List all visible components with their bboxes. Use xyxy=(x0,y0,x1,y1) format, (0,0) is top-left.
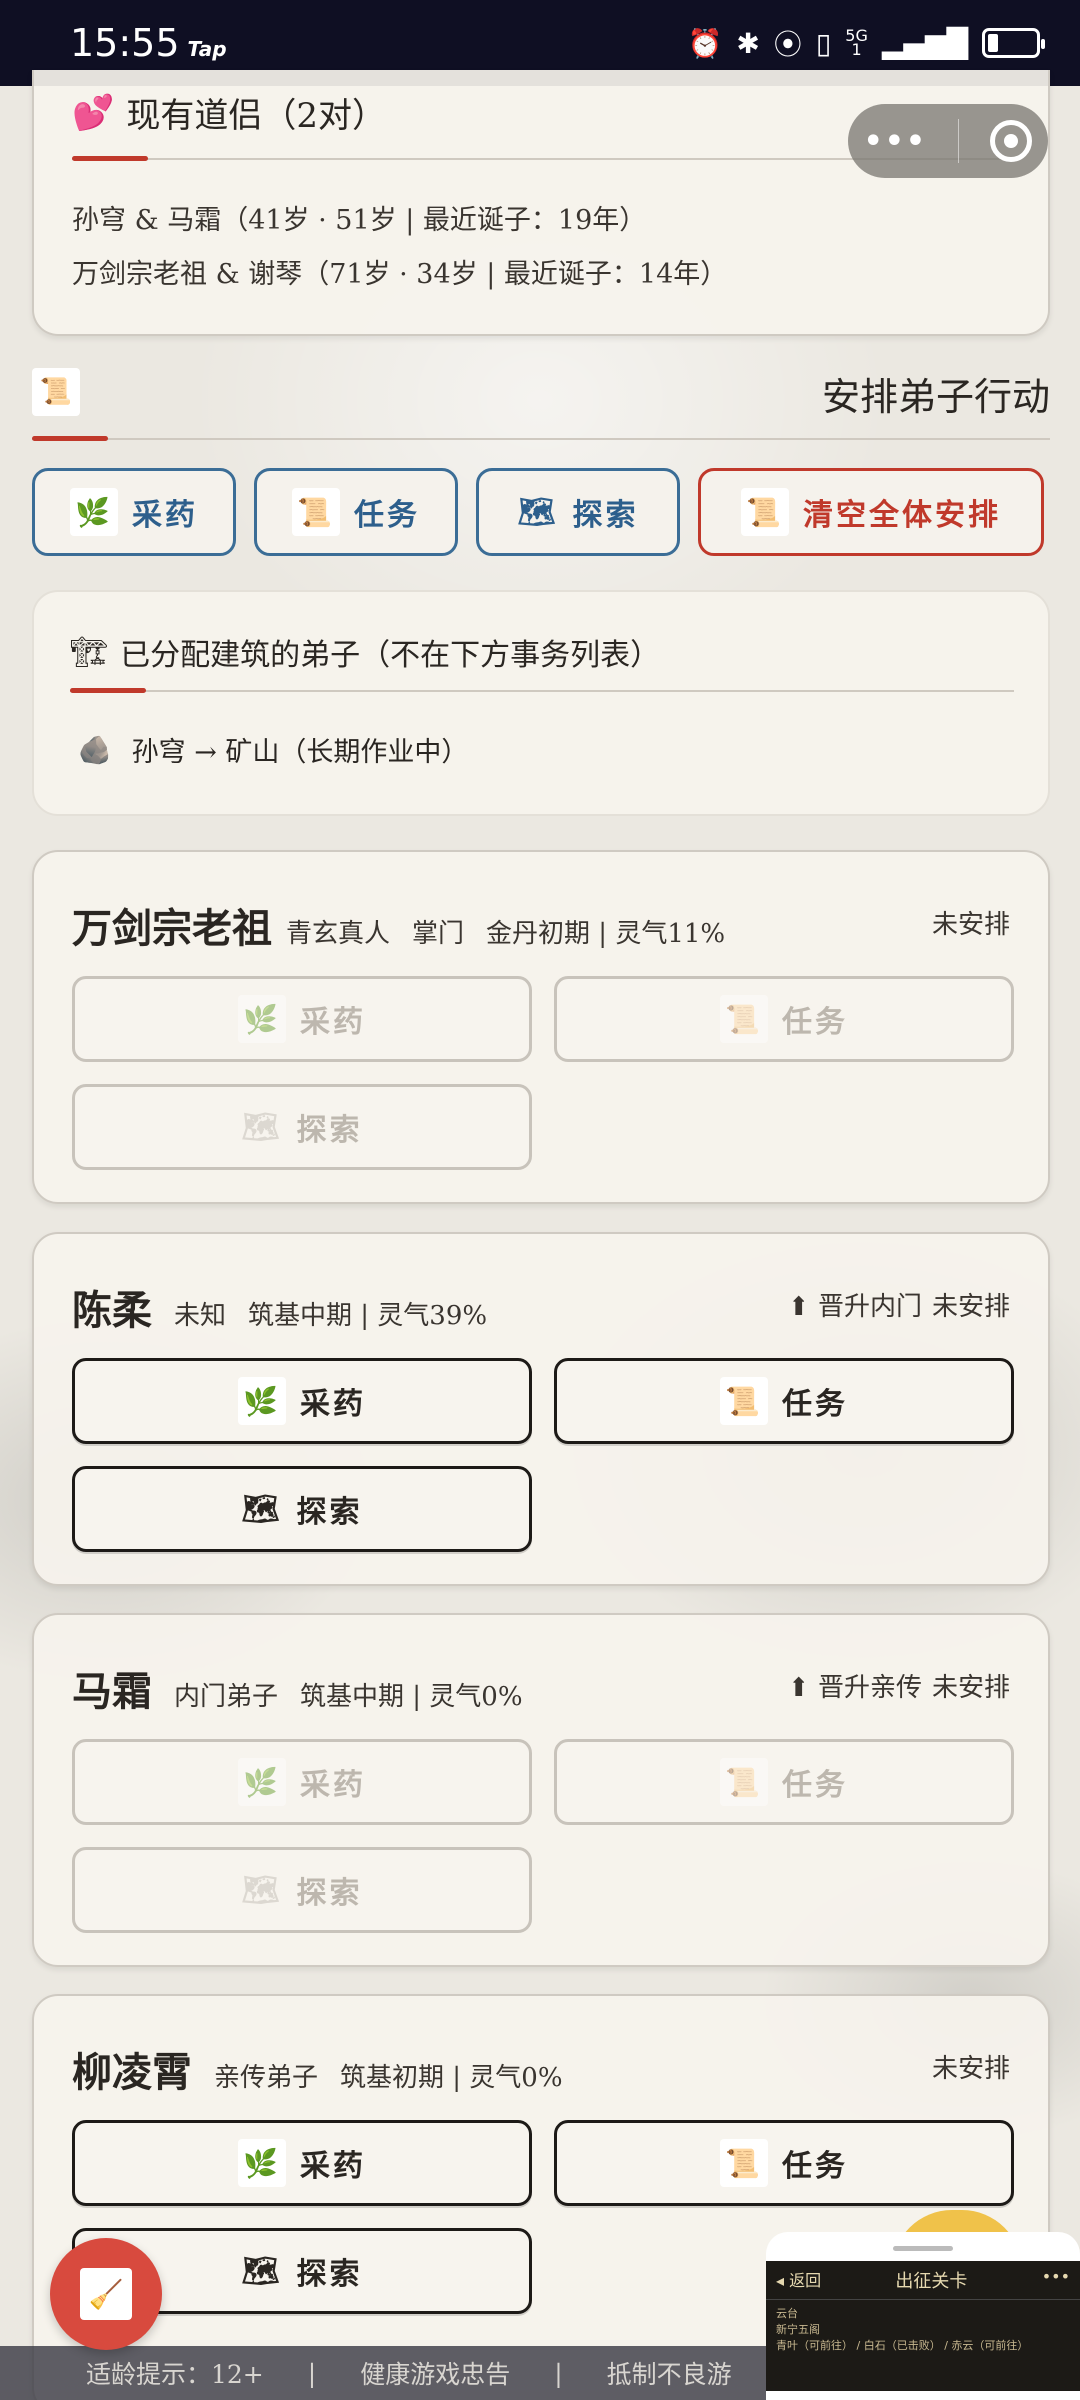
mission-all-button[interactable]: 📜 任务 xyxy=(254,468,458,556)
floating-mini-window[interactable]: ◂ 返回 出征关卡 ••• 云台 新宁五阁 青叶（可前往） / 白石（已击败） … xyxy=(766,2232,1080,2400)
map-icon: 🗺 xyxy=(241,2253,283,2289)
scroll-icon: 📜 xyxy=(741,488,789,536)
mission-button[interactable]: 📜 任务 xyxy=(554,2120,1014,2206)
clear-all-arrangements-button[interactable]: 📜 清空全体安排 xyxy=(698,468,1044,556)
age-rating: 适龄提示：12+ xyxy=(86,2360,264,2389)
disciple-name: 柳凌霄 xyxy=(72,2049,192,2096)
scroll-icon: 📜 xyxy=(292,488,340,536)
bluetooth-icon: ✱ xyxy=(736,26,760,60)
herb-icon: 🌿 xyxy=(238,1377,286,1425)
building-divider xyxy=(70,688,1014,693)
herb-icon: 🌿 xyxy=(70,488,118,536)
ore-icon: 🪨 xyxy=(78,734,112,766)
gather-herbs-button[interactable]: 🌿 采药 xyxy=(72,2120,532,2206)
broom-icon: 🧹 xyxy=(80,2268,132,2320)
disciple-realm: 金丹初期 | 灵气11% xyxy=(486,919,726,949)
gather-herbs-button: 🌿 采药 xyxy=(72,1739,532,1825)
partner-pair-1: 孙穹 & 马霜（41岁 · 51岁 | 最近诞子：19年） xyxy=(72,205,647,236)
scroll-icon: 📜 xyxy=(720,2139,768,2187)
tap-indicator: Tap xyxy=(187,37,227,61)
disciple-name: 马霜 xyxy=(72,1668,152,1715)
disciple-header: 万剑宗老祖 青玄真人 掌门 金丹初期 | 灵气11% xyxy=(72,896,725,954)
battery-icon xyxy=(982,28,1045,58)
mini-window-title: 出征关卡 xyxy=(895,2271,968,2292)
mini-more-icon[interactable]: ••• xyxy=(1042,2267,1070,2293)
drag-handle[interactable] xyxy=(893,2246,953,2251)
building-assigned-title: 🏗 已分配建筑的弟子（不在下方事务列表） xyxy=(70,634,661,674)
mini-text: 青叶（可前往） / 白石（已击败） / 赤云（可前往） xyxy=(776,2339,1029,2352)
resist-notice: 抵制不良游 xyxy=(606,2360,732,2389)
disciple-status: ⬆ 晋升亲传 未安排 xyxy=(788,1667,1010,1704)
explore-button: 🗺 探索 xyxy=(72,1084,532,1170)
signal-bars-icon: ▂▄▆█ xyxy=(881,26,968,60)
disciple-header: 柳凌霄 亲传弟子 筑基初期 | 灵气0% xyxy=(72,2040,563,2098)
herb-icon: 🌿 xyxy=(238,995,286,1043)
disciple-realm: 筑基初期 | 灵气0% xyxy=(340,2063,563,2093)
disciple-role: 掌门 xyxy=(412,919,465,949)
map-icon: 🗺 xyxy=(241,1872,283,1908)
explore-button: 🗺 探索 xyxy=(72,1847,532,1933)
disciple-status: 未安排 xyxy=(931,2054,1010,2084)
alarm-icon: ⏰ xyxy=(687,26,723,60)
disciple-realm: 筑基中期 | 灵气39% xyxy=(248,1301,488,1331)
explore-all-button[interactable]: 🗺 探索 xyxy=(476,468,680,556)
disciple-status: 未安排 xyxy=(931,910,1010,940)
building-assigned-card: 🏗 已分配建筑的弟子（不在下方事务列表） 🪨 孙穹 → 矿山（长期作业中） xyxy=(32,590,1050,816)
arrange-section-icon: 📜 xyxy=(32,368,80,416)
partners-title: 💕 现有道侣（2对） xyxy=(72,92,386,137)
floating-action-button[interactable]: 🧹 xyxy=(50,2238,162,2350)
mini-text: 云台 xyxy=(776,2307,798,2320)
close-miniprogram-icon[interactable] xyxy=(990,120,1033,162)
disciple-card: 马霜 内门弟子 筑基中期 | 灵气0% ⬆ 晋升亲传 未安排 🌿 采药 📜 任务… xyxy=(32,1613,1050,1967)
mini-program-capsule: ••• xyxy=(848,104,1048,178)
building-assignment-item: 🪨 孙穹 → 矿山（长期作业中） xyxy=(78,734,469,769)
mission-button: 📜 任务 xyxy=(554,976,1014,1062)
herb-icon: 🌿 xyxy=(238,1758,286,1806)
disciple-rank: 青玄真人 xyxy=(286,919,391,949)
5g-signal-icon: 5G 1 xyxy=(845,26,868,59)
disciple-realm: 筑基中期 | 灵气0% xyxy=(300,1682,523,1712)
vibrate-icon: ▯ xyxy=(815,26,832,60)
herb-icon: 🌿 xyxy=(238,2139,286,2187)
scroll-icon: 📜 xyxy=(720,995,768,1043)
explore-button[interactable]: 🗺 探索 xyxy=(72,1466,532,1552)
location-icon: ⦿ xyxy=(773,28,802,61)
more-options-icon[interactable]: ••• xyxy=(864,124,928,159)
health-advice: 健康游戏忠告 xyxy=(360,2360,511,2389)
mission-button: 📜 任务 xyxy=(554,1739,1014,1825)
map-icon: 🗺 xyxy=(241,1109,283,1145)
map-icon: 🗺 xyxy=(517,494,559,530)
disciple-header: 马霜 内门弟子 筑基中期 | 灵气0% xyxy=(72,1659,523,1717)
disciple-name: 陈柔 xyxy=(72,1287,152,1334)
gather-herbs-button[interactable]: 🌿 采药 xyxy=(72,1358,532,1444)
gather-herbs-all-button[interactable]: 🌿 采药 xyxy=(32,468,236,556)
promote-button[interactable]: ⬆ 晋升亲传 xyxy=(788,1667,922,1704)
disciple-header: 陈柔 未知 筑基中期 | 灵气39% xyxy=(72,1278,487,1336)
disciple-role: 亲传弟子 xyxy=(214,2063,319,2093)
disciple-role: 未知 xyxy=(174,1301,227,1331)
arrange-title: 安排弟子行动 xyxy=(821,375,1050,419)
arrange-divider xyxy=(32,436,1050,441)
promote-button[interactable]: ⬆ 晋升内门 xyxy=(788,1286,922,1323)
hearts-icon: 💕 xyxy=(72,92,115,133)
disciple-card: 万剑宗老祖 青玄真人 掌门 金丹初期 | 灵气11% 未安排 🌿 采药 📜 任务… xyxy=(32,850,1050,1204)
disciple-name: 万剑宗老祖 xyxy=(72,905,272,952)
building-icon: 🏗 xyxy=(70,634,109,670)
mini-back-button[interactable]: ◂ 返回 xyxy=(776,2267,821,2293)
map-icon: 🗺 xyxy=(241,1491,283,1527)
scroll-icon: 📜 xyxy=(720,1758,768,1806)
gather-herbs-button: 🌿 采药 xyxy=(72,976,532,1062)
partner-pair-2: 万剑宗老祖 & 谢琴（71岁 · 34岁 | 最近诞子：14年） xyxy=(72,259,728,290)
disciple-role: 内门弟子 xyxy=(174,1682,279,1712)
scroll-icon: 📜 xyxy=(720,1377,768,1425)
mission-button[interactable]: 📜 任务 xyxy=(554,1358,1014,1444)
mini-text: 新宁五阁 xyxy=(776,2323,820,2336)
disciple-card: 陈柔 未知 筑基中期 | 灵气39% ⬆ 晋升内门 未安排 🌿 采药 📜 任务 … xyxy=(32,1232,1050,1586)
disciple-status: ⬆ 晋升内门 未安排 xyxy=(788,1286,1010,1323)
status-time: 15:55 xyxy=(70,21,180,65)
